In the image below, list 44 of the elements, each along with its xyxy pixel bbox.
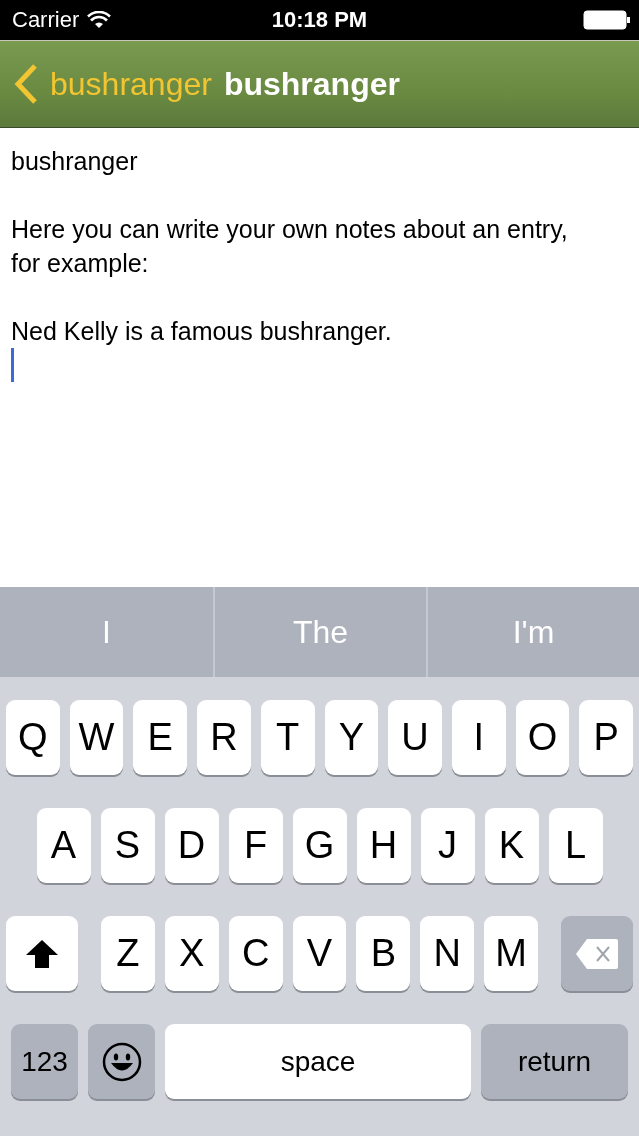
- letter-key[interactable]: V: [292, 916, 347, 991]
- chevron-left-icon: [14, 64, 38, 104]
- letter-key[interactable]: P: [579, 700, 633, 775]
- letter-key[interactable]: T: [260, 700, 315, 775]
- letter-key[interactable]: U: [388, 700, 442, 775]
- shift-key[interactable]: [6, 916, 78, 991]
- letter-key[interactable]: J: [420, 808, 475, 883]
- space-key[interactable]: space: [165, 1024, 471, 1099]
- shift-arrow-icon: [24, 938, 59, 969]
- return-key[interactable]: return: [481, 1024, 628, 1099]
- letter-key[interactable]: F: [228, 808, 283, 883]
- letter-key[interactable]: S: [100, 808, 155, 883]
- note-paragraph: bushranger: [11, 146, 139, 177]
- emoji-key[interactable]: [88, 1024, 155, 1099]
- letter-key[interactable]: R: [197, 700, 251, 775]
- letter-key[interactable]: D: [164, 808, 219, 883]
- numbers-key[interactable]: 123: [11, 1024, 78, 1099]
- battery-icon: [583, 10, 631, 30]
- letter-key[interactable]: H: [356, 808, 411, 883]
- letter-key[interactable]: C: [228, 916, 283, 991]
- letter-key[interactable]: E: [133, 700, 188, 775]
- carrier-label: Carrier: [12, 7, 80, 33]
- letter-key[interactable]: L: [548, 808, 603, 883]
- letter-key[interactable]: A: [36, 808, 91, 883]
- letter-key[interactable]: Z: [100, 916, 155, 991]
- nav-title: bushranger: [223, 65, 400, 103]
- backspace-icon: [575, 937, 620, 970]
- letter-key[interactable]: X: [164, 916, 219, 991]
- text-cursor: [11, 348, 14, 382]
- wifi-icon: [87, 11, 112, 29]
- letter-key[interactable]: I: [451, 700, 506, 775]
- note-paragraph: Here you can write your own notes about an entry, for example:: [11, 214, 569, 279]
- letter-key[interactable]: O: [515, 700, 570, 775]
- letter-key[interactable]: M: [484, 916, 539, 991]
- letter-key[interactable]: G: [292, 808, 347, 883]
- letter-key[interactable]: K: [484, 808, 539, 883]
- note-paragraph: Ned Kelly is a famous bushranger.: [11, 316, 393, 347]
- letter-key[interactable]: Q: [6, 700, 60, 775]
- letter-key[interactable]: B: [356, 916, 411, 991]
- letter-key[interactable]: N: [420, 916, 475, 991]
- clock-time: 10:18 PM: [271, 7, 368, 32]
- smiley-icon: [101, 1041, 142, 1082]
- letter-key[interactable]: Y: [324, 700, 379, 775]
- letter-key[interactable]: W: [69, 700, 124, 775]
